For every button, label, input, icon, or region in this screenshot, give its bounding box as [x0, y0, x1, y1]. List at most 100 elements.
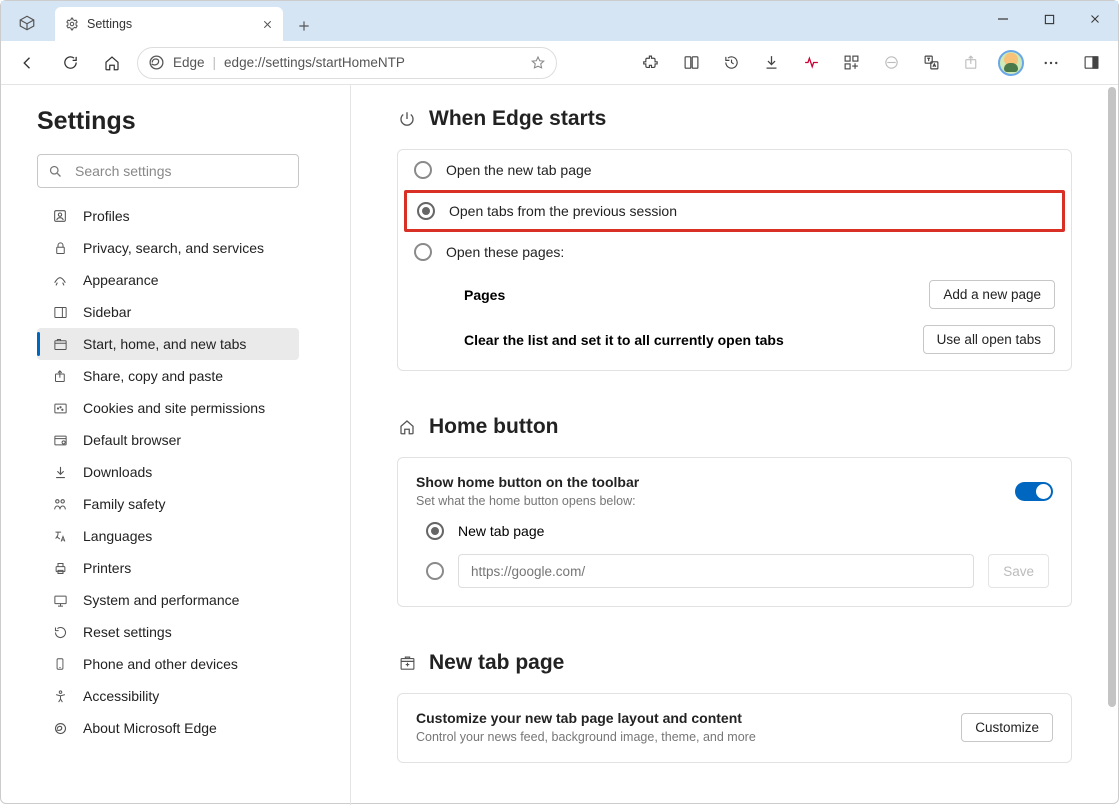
section-when-edge-starts: When Edge starts: [397, 107, 1072, 131]
section-heading: New tab page: [429, 651, 564, 675]
sidebar-item-profiles[interactable]: Profiles: [37, 200, 299, 232]
sidebar-item-privacy[interactable]: Privacy, search, and services: [37, 232, 299, 264]
pages-label: Pages: [464, 287, 505, 303]
tabs-icon: [51, 335, 69, 353]
new-tab-button[interactable]: [289, 11, 319, 41]
sidebar-item-label: Cookies and site permissions: [83, 400, 265, 416]
highlighted-option: Open tabs from the previous session: [404, 190, 1065, 232]
sidebar-item-languages[interactable]: Languages: [37, 520, 299, 552]
scrollbar-thumb[interactable]: [1108, 87, 1116, 707]
share-icon: [51, 367, 69, 385]
home-radio-url[interactable]: Save: [416, 544, 1053, 588]
settings-content: When Edge starts Open the new tab page O…: [351, 85, 1118, 805]
profile-avatar[interactable]: [994, 46, 1028, 80]
home-url-input[interactable]: [458, 554, 974, 588]
search-placeholder: Search settings: [75, 163, 172, 179]
sidebar-item-label: System and performance: [83, 592, 239, 608]
radio-label: New tab page: [458, 523, 544, 539]
search-input[interactable]: Search settings: [37, 154, 299, 188]
profile-icon: [51, 207, 69, 225]
show-home-toggle[interactable]: [1015, 482, 1053, 501]
edge-logo-icon: [148, 54, 165, 71]
appearance-icon: [51, 271, 69, 289]
sidebar-item-reset[interactable]: Reset settings: [37, 616, 299, 648]
newtab-card: Customize your new tab page layout and c…: [397, 693, 1072, 763]
back-button[interactable]: [11, 46, 45, 80]
downloads-icon[interactable]: [754, 46, 788, 80]
sidebar-item-cookies[interactable]: Cookies and site permissions: [37, 392, 299, 424]
pages-row: Pages Add a new page: [398, 272, 1071, 317]
radio-label: Open the new tab page: [446, 162, 592, 178]
performance-icon[interactable]: [794, 46, 828, 80]
section-heading: When Edge starts: [429, 107, 606, 131]
sidebar-item-label: Privacy, search, and services: [83, 240, 264, 256]
window-titlebar: Settings: [1, 1, 1118, 41]
download-icon: [51, 463, 69, 481]
sidebar-item-family[interactable]: Family safety: [37, 488, 299, 520]
radio-open-newtab[interactable]: Open the new tab page: [398, 150, 1071, 190]
sidebar-item-about[interactable]: About Microsoft Edge: [37, 712, 299, 744]
sidebar-item-phone[interactable]: Phone and other devices: [37, 648, 299, 680]
section-home-button: Home button: [397, 415, 1072, 439]
refresh-button[interactable]: [53, 46, 87, 80]
share-icon[interactable]: [954, 46, 988, 80]
radio-icon: [426, 522, 444, 540]
window-controls: [980, 1, 1118, 41]
sidebar-item-sidebar[interactable]: Sidebar: [37, 296, 299, 328]
add-page-button[interactable]: Add a new page: [929, 280, 1055, 309]
home-button[interactable]: [95, 46, 129, 80]
favorite-icon[interactable]: [530, 55, 546, 71]
section-heading: Home button: [429, 415, 558, 439]
sidebar-item-label: Appearance: [83, 272, 159, 288]
close-window-button[interactable]: [1072, 1, 1118, 37]
show-home-label: Show home button on the toolbar: [416, 474, 639, 490]
sidebar-item-label: Profiles: [83, 208, 130, 224]
family-icon: [51, 495, 69, 513]
sidebar-item-label: Accessibility: [83, 688, 159, 704]
tab-title: Settings: [87, 17, 132, 31]
sidebar-item-accessibility[interactable]: Accessibility: [37, 680, 299, 712]
clear-row: Clear the list and set it to all current…: [398, 317, 1071, 370]
radio-icon: [414, 161, 432, 179]
split-screen-icon[interactable]: [674, 46, 708, 80]
minimize-button[interactable]: [980, 1, 1026, 37]
save-button[interactable]: Save: [988, 554, 1049, 588]
language-icon: [51, 527, 69, 545]
address-bar[interactable]: Edge | edge://settings/startHomeNTP: [137, 47, 557, 79]
system-icon: [51, 591, 69, 609]
sidebar-toggle-icon[interactable]: [1074, 46, 1108, 80]
ie-mode-icon[interactable]: [874, 46, 908, 80]
show-home-desc: Set what the home button opens below:: [416, 494, 639, 508]
sidebar-item-default[interactable]: Default browser: [37, 424, 299, 456]
history-icon[interactable]: [714, 46, 748, 80]
newtab-icon: [397, 653, 417, 673]
browser-tab[interactable]: Settings: [55, 7, 283, 41]
home-card: Show home button on the toolbar Set what…: [397, 457, 1072, 607]
radio-open-previous[interactable]: Open tabs from the previous session: [407, 193, 1062, 229]
settings-page: Settings Search settings Profiles Privac…: [1, 85, 1118, 805]
browser-toolbar: Edge | edge://settings/startHomeNTP: [1, 41, 1118, 85]
sidebar-item-label: Languages: [83, 528, 152, 544]
sidebar-item-start[interactable]: Start, home, and new tabs: [37, 328, 299, 360]
use-all-tabs-button[interactable]: Use all open tabs: [923, 325, 1055, 354]
app-icon: [9, 5, 45, 41]
sidebar-item-system[interactable]: System and performance: [37, 584, 299, 616]
more-icon[interactable]: [1034, 46, 1068, 80]
translate-icon[interactable]: [914, 46, 948, 80]
close-tab-icon[interactable]: [262, 19, 273, 30]
apps-icon[interactable]: [834, 46, 868, 80]
sidebar-item-share[interactable]: Share, copy and paste: [37, 360, 299, 392]
lock-icon: [51, 239, 69, 257]
radio-open-pages[interactable]: Open these pages:: [398, 232, 1071, 272]
customize-button[interactable]: Customize: [961, 713, 1053, 742]
customize-desc: Control your news feed, background image…: [416, 730, 756, 744]
extensions-icon[interactable]: [634, 46, 668, 80]
sidebar-item-label: About Microsoft Edge: [83, 720, 217, 736]
edge-icon: [51, 719, 69, 737]
sidebar-item-printers[interactable]: Printers: [37, 552, 299, 584]
edge-label: Edge: [173, 55, 205, 70]
home-radio-newtab[interactable]: New tab page: [416, 508, 1053, 544]
sidebar-item-downloads[interactable]: Downloads: [37, 456, 299, 488]
sidebar-item-appearance[interactable]: Appearance: [37, 264, 299, 296]
maximize-button[interactable]: [1026, 1, 1072, 37]
